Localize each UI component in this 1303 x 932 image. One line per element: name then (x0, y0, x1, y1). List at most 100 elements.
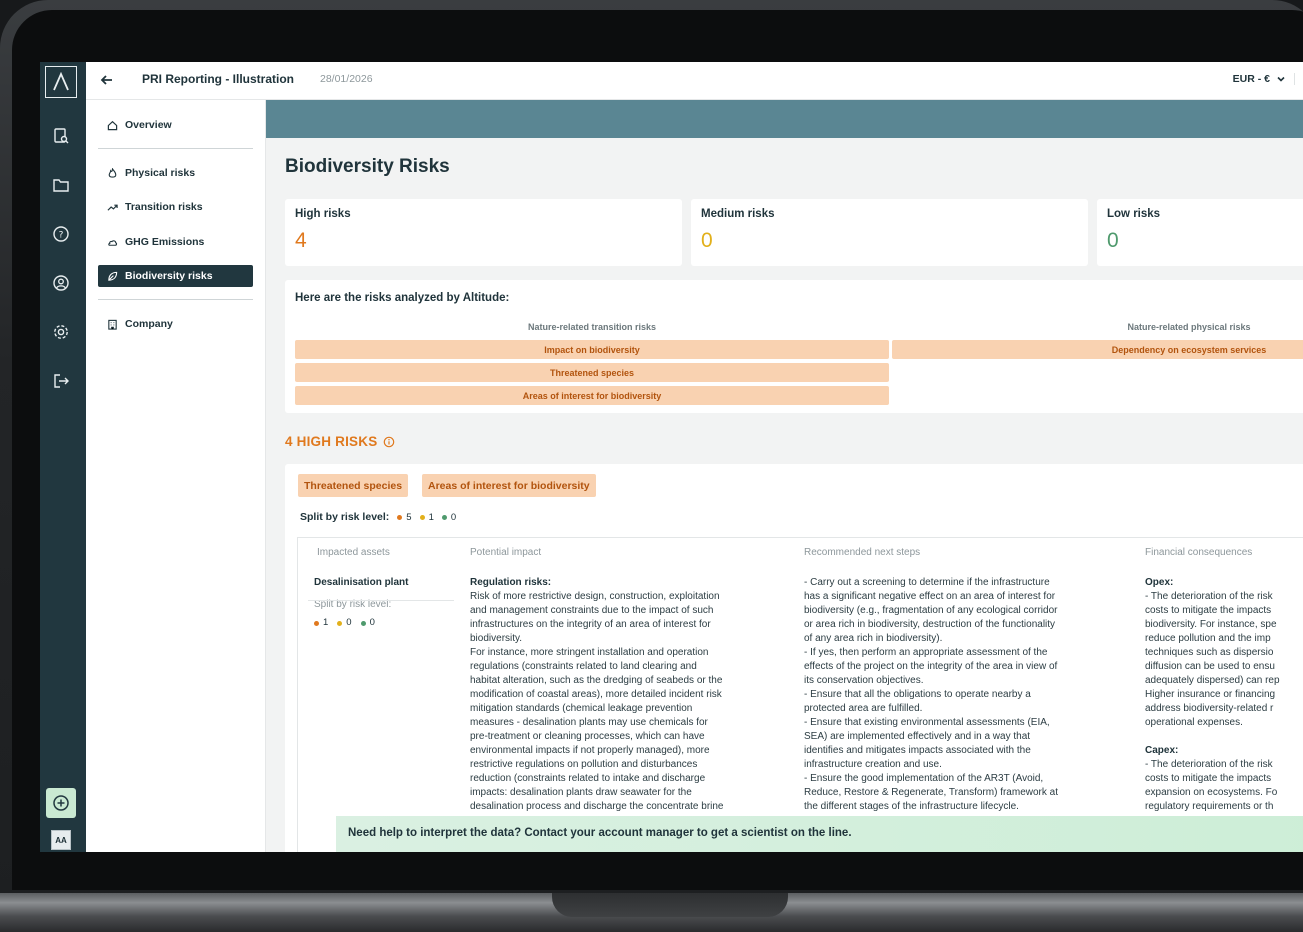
sidebar-item-physical-risks[interactable]: Physical risks (98, 162, 253, 184)
avatar[interactable]: AA (51, 830, 71, 850)
stat-label: High risks (295, 208, 351, 220)
help-bar[interactable]: Need help to interpret the data? Contact… (336, 816, 1303, 852)
split-value: 0 (346, 617, 352, 628)
text-line: of any area rich in biodiversity). (804, 633, 943, 644)
text-line: SEA) are implemented effectively and in … (804, 731, 1031, 742)
text-line: adequately dispersed) can rep (1145, 675, 1280, 686)
asset-name[interactable]: Desalinisation plant (314, 576, 408, 590)
capex-text: - The deterioration of the risk costs to … (1145, 758, 1303, 814)
text-line: biodiversity. For instance, spe (1145, 619, 1277, 630)
text-line: reduce pollution and the imp (1145, 633, 1271, 644)
text-line: costs to mitigate the impacts (1145, 773, 1272, 784)
text-line: effects of the project on the integrity … (804, 661, 1058, 672)
split-value: 1 (323, 617, 329, 628)
page-title: Biodiversity Risks (285, 156, 450, 177)
info-icon[interactable] (383, 436, 395, 448)
text-line: - If yes, then perform an appropriate as… (804, 647, 1048, 658)
app-logo[interactable] (45, 66, 77, 98)
text-line: Higher insurance or financing (1145, 689, 1276, 700)
help-icon[interactable]: ? (51, 224, 71, 244)
text-line: techniques such as dispersio (1145, 647, 1274, 658)
asset-split: 1 0 0 (314, 616, 375, 630)
logout-icon[interactable] (51, 371, 71, 391)
text-line: - Ensure that all the obligations to ope… (804, 689, 1031, 700)
opex-title: Opex: (1145, 577, 1174, 588)
analyzed-risks-card: Here are the risks analyzed by Altitude:… (285, 280, 1303, 413)
sidebar-item-label: GHG Emissions (125, 236, 205, 248)
add-button[interactable] (46, 788, 76, 818)
currency-select[interactable]: EUR - € (1233, 73, 1295, 85)
low-dot-icon (441, 514, 447, 520)
sidebar-item-overview[interactable]: Overview (98, 114, 253, 136)
text-line: operational expenses. (1145, 717, 1243, 728)
laptop-notch (552, 893, 788, 917)
split-value: 1 (428, 511, 434, 523)
asset-split-medium: 0 (337, 616, 352, 630)
cloud-icon (108, 239, 118, 246)
risk-level-split: Split by risk level: 5 1 0 (300, 511, 456, 523)
stat-value: 4 (295, 229, 307, 252)
risk-pill: Areas of interest for biodiversity (295, 386, 889, 405)
folder-icon[interactable] (51, 175, 71, 195)
risk-pill: Dependency on ecosystem services (892, 340, 1303, 359)
building-icon (108, 319, 117, 330)
text-line: infrastructures on the integrity of an a… (470, 619, 711, 630)
back-arrow-icon[interactable] (100, 73, 114, 92)
text-line: reduction (constraints related to intake… (470, 773, 706, 784)
analyzed-title: Here are the risks analyzed by Altitude: (295, 292, 510, 304)
text-line: protected area are fulfilled. (804, 703, 923, 714)
impact-text: Risk of more restrictive design, constru… (470, 590, 724, 814)
column-header: Potential impact (470, 547, 542, 558)
text-line: mitigation standards (chemical leakage p… (470, 703, 693, 714)
low-dot-icon (360, 620, 366, 626)
financial-cell: Opex: - The deterioration of the risk cos… (1145, 576, 1303, 814)
trend-icon (107, 204, 118, 211)
text-line: biodiversity (e.g., fragmentation of any… (804, 605, 1058, 616)
sidebar-item-transition-risks[interactable]: Transition risks (98, 196, 253, 218)
high-risks-title: 4 HIGH RISKS (285, 434, 378, 449)
text-line: the different stages of the infrastructu… (804, 801, 1019, 812)
app-screen: ? AA PRI Reporting - Illustration 28/01/… (40, 62, 1303, 852)
top-bar: PRI Reporting - Illustration 28/01/2026 … (86, 62, 1303, 100)
risk-table: Impacted assets Potential impact Recomme… (297, 537, 1303, 852)
sidebar-item-label: Biodiversity risks (125, 270, 213, 282)
text-line: Reduce, Restore & Regenerate, Transform)… (804, 787, 1058, 798)
transition-risks-heading: Nature-related transition risks (527, 322, 657, 332)
report-search-icon[interactable] (51, 126, 71, 146)
split-value: 0 (369, 617, 375, 628)
settings-icon[interactable] (51, 322, 71, 342)
risk-tag[interactable]: Areas of interest for biodiversity (422, 474, 596, 497)
stat-label: Medium risks (701, 208, 775, 220)
risk-tag[interactable]: Threatened species (298, 474, 409, 497)
text-line: - Ensure that existing environmental ass… (804, 717, 1050, 728)
split-value: 5 (406, 511, 412, 523)
text-line: environmental impacts if not properly ma… (470, 745, 710, 756)
text-line: - The deterioration of the risk (1145, 759, 1273, 770)
high-dot-icon (397, 514, 403, 520)
sidebar-divider (98, 299, 253, 300)
text-line: and management constraints due to the im… (470, 605, 714, 616)
sidebar-item-ghg-emissions[interactable]: GHG Emissions (98, 231, 253, 253)
text-line: its conservation objectives. (804, 675, 924, 686)
sidebar-item-biodiversity-risks[interactable]: Biodiversity risks (98, 265, 253, 287)
text-line: regulatory requirements or th (1145, 801, 1274, 812)
text-line: - Ensure the good implementation of the … (804, 773, 1044, 784)
risk-pill: Threatened species (295, 363, 889, 382)
text-line: diffusion can be used to ensu (1145, 661, 1275, 672)
account-icon[interactable] (51, 273, 71, 293)
stat-card-high: High risks 4 (285, 199, 682, 266)
split-high: 5 (397, 511, 412, 523)
medium-dot-icon (419, 514, 425, 520)
svg-text:?: ? (59, 231, 64, 241)
text-line: measures - desalination plants may use c… (470, 717, 708, 728)
opex-text: - The deterioration of the risk costs to … (1145, 590, 1303, 730)
sidebar-item-company[interactable]: Company (98, 313, 253, 335)
split-label: Split by risk level: (300, 511, 390, 523)
leaf-icon (108, 271, 118, 281)
stat-label: Low risks (1107, 208, 1161, 220)
column-header: Recommended next steps (804, 547, 921, 558)
medium-dot-icon (337, 620, 343, 626)
text-line: - The deterioration of the risk (1145, 591, 1273, 602)
text-line: impacts: desalination plants draw seawat… (470, 787, 692, 798)
next-steps-text: - Carry out a screening to determine if … (804, 576, 1058, 814)
